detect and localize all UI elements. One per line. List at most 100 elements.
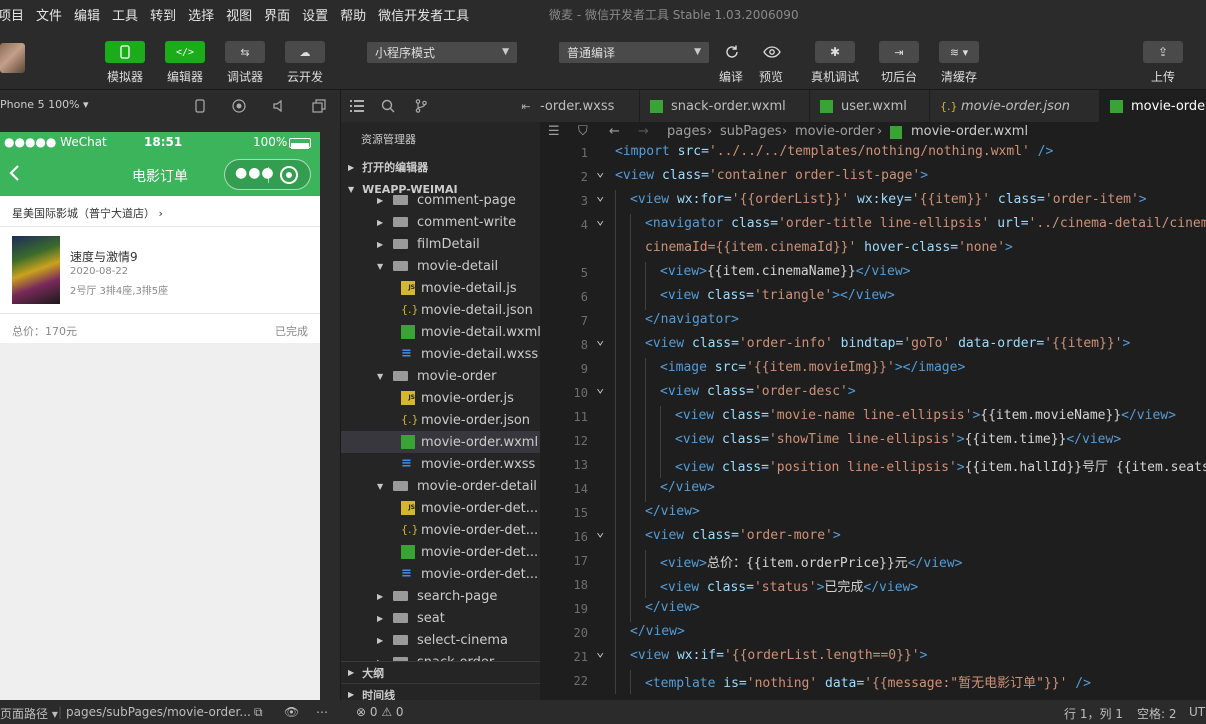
bookmark-icon[interactable]: ⛉ [578, 124, 588, 139]
code-line[interactable]: 11 <view class='movie-name line-ellipsis'… [540, 406, 1206, 430]
breadcrumb-item[interactable]: subPages [720, 124, 782, 139]
menu-item[interactable]: 转到 [150, 5, 176, 24]
code-line[interactable]: 1 <import src='../../../templates/nothing… [540, 142, 1206, 166]
page-path[interactable]: pages/subPages/movie-order... [66, 705, 251, 719]
code-line[interactable]: 6 <view class='triangle'></view> [540, 286, 1206, 310]
tree-file[interactable]: JS movie-order-det... [341, 497, 540, 519]
code-line[interactable]: 10 ⌄ <view class='order-desc'> [540, 380, 1206, 406]
code-line[interactable]: 16 ⌄ <view class='order-more'> [540, 524, 1206, 550]
menu-item[interactable]: 文件 [36, 5, 62, 24]
search-icon[interactable] [379, 97, 397, 115]
editor-toggle-button[interactable]: </> [165, 41, 205, 63]
compile-mode-select[interactable]: 普通编译 ▼ [559, 42, 709, 63]
code-line[interactable]: 12 <view class='showTime line-ellipsis'>{… [540, 430, 1206, 454]
tree-file[interactable]: {.} movie-order.json [341, 409, 540, 431]
code-line[interactable]: 3 ⌄ <view wx:for='{{orderList}}' wx:key='{… [540, 188, 1206, 214]
timeline-section[interactable]: ▶ 时间线 [341, 683, 540, 700]
code-line[interactable]: 4 ⌄ <navigator class='order-title line-ell… [540, 212, 1206, 238]
code-line[interactable]: cinemaId={{item.cinemaId}}' hover-class=… [540, 238, 1206, 262]
cinema-name[interactable]: 星美国际影城（普宁大道店） › [12, 205, 163, 221]
order-item[interactable]: 星美国际影城（普宁大道店） › 速度与激情9 2020-08-22 2号厅 3排… [0, 196, 320, 343]
code-line[interactable]: 5 <view>{{item.cinemaName}}</view> [540, 262, 1206, 286]
breadcrumb-item[interactable]: movie-order [795, 124, 875, 139]
copy-icon[interactable]: ⧉ [254, 705, 263, 720]
code-editor[interactable]: 1 <import src='../../../templates/nothing… [540, 142, 1206, 700]
editor-tab[interactable]: movie-orde [1100, 90, 1206, 122]
tree-folder[interactable]: ▼ movie-detail [341, 255, 540, 277]
preview-button[interactable] [760, 40, 784, 64]
code-line[interactable]: 15 </view> [540, 502, 1206, 526]
menu-item[interactable]: 设置 [302, 5, 328, 24]
avatar[interactable] [0, 43, 25, 73]
upload-button[interactable]: ⇪ [1143, 41, 1183, 63]
compile-button[interactable] [720, 40, 744, 64]
code-line[interactable]: 7 </navigator> [540, 310, 1206, 334]
code-line[interactable]: 2 ⌄ <view class='container order-list-page… [540, 164, 1206, 190]
list-icon[interactable] [348, 97, 366, 115]
code-line[interactable]: 14 </view> [540, 478, 1206, 502]
tree-folder[interactable]: ▼ movie-order-detail [341, 475, 540, 497]
editor-tab[interactable]: -order.wxss [540, 90, 640, 122]
real-debug-button[interactable]: ✱ [815, 41, 855, 63]
page-path-select[interactable]: 页面路径 ▾ [0, 705, 58, 722]
mode-select[interactable]: 小程序模式 ▼ [367, 42, 517, 63]
tree-folder[interactable]: ▶ filmDetail [341, 233, 540, 255]
tree-file[interactable]: ≡ movie-order-det... [341, 563, 540, 585]
fold-chevron-icon[interactable]: ⌄ [596, 380, 604, 396]
code-line[interactable]: 9 <image src='{{item.movieImg}}'></image> [540, 358, 1206, 382]
menu-item[interactable]: 选择 [188, 5, 214, 24]
menu-item[interactable]: 帮助 [340, 5, 366, 24]
editor-tab[interactable]: snack-order.wxml [640, 90, 810, 122]
fold-chevron-icon[interactable]: ⌄ [596, 524, 604, 540]
editor-tab[interactable]: {.} movie-order.json [930, 90, 1100, 122]
volume-icon[interactable] [270, 97, 288, 115]
cloud-button[interactable]: ☁ [285, 41, 325, 63]
encoding[interactable]: UT [1189, 705, 1205, 719]
fold-chevron-icon[interactable]: ⌄ [596, 188, 604, 204]
clear-cache-button[interactable]: ≋ ▾ [939, 41, 979, 63]
menu-item[interactable]: 视图 [226, 5, 252, 24]
eye-icon[interactable]: 👁 [284, 705, 299, 719]
menu-item[interactable]: 编辑 [74, 5, 100, 24]
tree-folder[interactable]: ▼ movie-order [341, 365, 540, 387]
code-line[interactable]: 18 <view class='status'>已完成</view> [540, 574, 1206, 598]
tree-folder[interactable]: ▶ seat [341, 607, 540, 629]
cursor-position[interactable]: 行 1，列 1 [1064, 705, 1123, 722]
editor-tab[interactable]: user.wxml [810, 90, 930, 122]
back-arrow-icon[interactable]: ← [609, 124, 620, 139]
problems-indicator[interactable]: ⊗ 0 ⚠ 0 [356, 705, 404, 719]
fold-chevron-icon[interactable]: ⌄ [596, 332, 604, 348]
tree-file[interactable]: {.} movie-detail.json [341, 299, 540, 321]
fold-chevron-icon[interactable]: ⌄ [596, 212, 604, 228]
split-editor-icon[interactable]: ⇤ [517, 97, 535, 115]
tree-file[interactable]: movie-order.wxml [341, 431, 540, 453]
tree-file[interactable]: JS movie-detail.js [341, 277, 540, 299]
code-line[interactable]: 8 ⌄ <view class='order-info' bindtap='goTo… [540, 332, 1206, 358]
menu-item[interactable]: 项目 [0, 5, 24, 24]
tree-folder[interactable]: ▶ search-page [341, 585, 540, 607]
branch-icon[interactable] [412, 97, 430, 115]
debugger-toggle-button[interactable]: ⇆ [225, 41, 265, 63]
device-select[interactable]: Phone 5 100% ▾ [0, 98, 89, 111]
tree-file[interactable]: JS movie-order.js [341, 387, 540, 409]
menu-item[interactable]: 微信开发者工具 [378, 5, 469, 24]
tree-file[interactable]: {.} movie-order-det... [341, 519, 540, 541]
fold-chevron-icon[interactable]: ⌄ [596, 164, 604, 180]
indentation[interactable]: 空格: 2 [1137, 705, 1177, 722]
menu-capsule[interactable]: ●●● [224, 159, 311, 190]
close-mini-program-icon[interactable] [280, 166, 298, 184]
tree-file[interactable]: movie-detail.wxml [341, 321, 540, 343]
code-line[interactable]: 21 ⌄ <view wx:if='{{orderList.length==0}}'… [540, 644, 1206, 670]
tree-file[interactable]: ≡ movie-detail.wxss [341, 343, 540, 365]
code-line[interactable]: 17 <view>总价：{{item.orderPrice}}元</view> [540, 550, 1206, 574]
tree-folder[interactable]: ▶ select-cinema [341, 629, 540, 651]
tree-file[interactable]: movie-order-det... [341, 541, 540, 563]
code-line[interactable]: 19 </view> [540, 598, 1206, 622]
tree-folder[interactable]: ▶ comment-page [341, 189, 540, 211]
open-editors-section[interactable]: ▶ 打开的编辑器 [341, 156, 540, 178]
code-line[interactable]: 20 </view> [540, 622, 1206, 646]
more-icon[interactable]: ⋯ [316, 705, 328, 719]
forward-arrow-icon[interactable]: → [638, 124, 649, 139]
tree-file[interactable]: ≡ movie-order.wxss [341, 453, 540, 475]
background-button[interactable]: ⇥ [879, 41, 919, 63]
